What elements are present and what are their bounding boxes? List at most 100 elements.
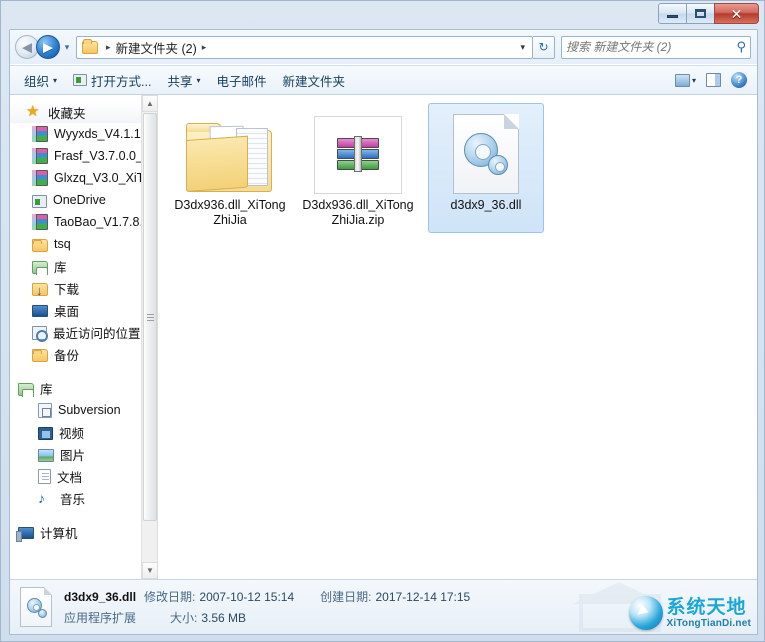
breadcrumb-separator[interactable]: ▸	[101, 42, 116, 53]
close-button[interactable]: ✕	[714, 3, 759, 24]
sidebar-item-desktop[interactable]: 桌面	[10, 299, 157, 321]
sidebar-item-glxzq[interactable]: Glxzq_V3.0_XiTo	[10, 167, 157, 189]
desktop-icon	[32, 305, 48, 317]
share-label: 共享	[167, 74, 193, 89]
search-input[interactable]	[566, 40, 737, 54]
chevron-down-icon[interactable]: ▾	[520, 42, 529, 53]
refresh-button[interactable]: ↻	[533, 35, 555, 59]
scrollbar-thumb[interactable]	[143, 113, 157, 521]
sidebar-item-onedrive[interactable]: OneDrive	[10, 189, 157, 211]
maximize-icon	[695, 9, 706, 18]
command-toolbar: 组织 ▾ 打开方式... 共享 ▾ 电子邮件 新建文件夹 ▾ ?	[10, 65, 757, 95]
watermark-logo: 系统天地 XiTongTianDi.net	[628, 596, 752, 630]
sidebar-item-label: TaoBao_V1.7.8.	[54, 215, 143, 229]
sidebar-item-label: OneDrive	[53, 193, 106, 207]
minimize-button[interactable]	[658, 3, 687, 24]
details-pane-info: d3dx9_36.dll 修改日期: 2007-10-12 15:14 创建日期…	[64, 588, 470, 626]
open-with-label: 打开方式...	[91, 74, 152, 89]
file-item-zip[interactable]: D3dx936.dll_XiTongZhiJia.zip	[300, 103, 416, 233]
sidebar-item-label: Frasf_V3.7.0.0_X	[54, 149, 152, 163]
toolbar-right-group: ▾ ?	[674, 72, 751, 88]
sidebar-section-libraries[interactable]: 库	[10, 377, 157, 399]
sidebar-item-documents[interactable]: 文档	[10, 465, 157, 487]
forward-button[interactable]: ▶	[36, 35, 60, 59]
sidebar-item-recent-places[interactable]: 最近访问的位置	[10, 321, 157, 343]
new-folder-label: 新建文件夹	[282, 74, 346, 89]
breadcrumb-separator-end[interactable]: ▸	[197, 42, 212, 53]
new-folder-button[interactable]: 新建文件夹	[275, 68, 354, 93]
breadcrumb[interactable]: ▸ 新建文件夹 (2) ▸ ▾	[76, 35, 533, 59]
sidebar-item-label: 库	[54, 260, 67, 275]
file-item-label: D3dx936.dll_XiTongZhiJia	[174, 198, 286, 227]
file-item-label: d3dx9_36.dll	[450, 198, 522, 212]
sidebar-item-label: 最近访问的位置	[53, 326, 141, 341]
folder-icon	[82, 38, 98, 54]
scroll-down-button[interactable]: ▼	[142, 562, 157, 579]
email-label: 电子邮件	[216, 74, 267, 89]
house-outline-icon	[573, 580, 665, 632]
sidebar-item-wyyxds[interactable]: Wyyxds_V4.1.1.	[10, 123, 157, 145]
globe-icon	[628, 596, 663, 630]
books-icon	[32, 148, 48, 164]
share-button[interactable]: 共享 ▾	[159, 68, 208, 93]
details-size-value: 3.56 MB	[201, 610, 247, 625]
sidebar-item-pictures[interactable]: 图片	[10, 443, 157, 465]
open-with-icon	[73, 74, 88, 86]
sidebar-section-favorites[interactable]: ★ 收藏夹	[10, 101, 157, 123]
computer-icon	[16, 527, 34, 542]
email-button[interactable]: 电子邮件	[208, 68, 274, 93]
scrollbar-grip-icon	[146, 313, 154, 321]
file-item-folder[interactable]: D3dx936.dll_XiTongZhiJia	[172, 103, 288, 233]
change-view-icon[interactable]	[674, 73, 690, 87]
search-icon[interactable]: ⚲	[736, 39, 746, 55]
recent-pages-dropdown[interactable]: ▾	[60, 42, 74, 53]
file-item-dll[interactable]: d3dx9_36.dll	[428, 103, 544, 233]
address-bar: ◀ ▶ ▾ ▸ 新建文件夹 (2) ▸ ▾ ↻ ⚲	[10, 30, 757, 64]
scroll-up-button[interactable]: ▲	[142, 95, 157, 112]
details-modified-value: 2007-10-12 15:14	[199, 589, 295, 604]
sidebar-item-label: 计算机	[40, 526, 78, 541]
explorer-window: ✕ ◀ ▶ ▾ ▸ 新建文件夹 (2) ▸ ▾ ↻ ⚲ 组织 ▾	[0, 0, 765, 642]
books-icon	[32, 126, 48, 142]
sidebar-item-library[interactable]: 库	[10, 255, 157, 277]
sidebar-item-frasf[interactable]: Frasf_V3.7.0.0_X	[10, 145, 157, 167]
navigation-pane-scrollbar[interactable]: ▲ ▼	[141, 95, 157, 579]
sidebar-item-subversion[interactable]: Subversion	[10, 399, 157, 421]
search-box[interactable]: ⚲	[561, 35, 751, 59]
sidebar-item-backup[interactable]: 备份	[10, 343, 157, 365]
organize-button[interactable]: 组织 ▾	[16, 68, 65, 93]
sidebar-item-label: 下载	[54, 282, 80, 297]
maximize-button[interactable]	[686, 3, 715, 24]
file-list-view[interactable]: D3dx936.dll_XiTongZhiJia D3dx936.dll_XiT…	[158, 95, 757, 579]
sidebar-favorites-label: 收藏夹	[48, 106, 86, 121]
help-icon[interactable]: ?	[731, 72, 747, 88]
sidebar-item-tsq[interactable]: tsq	[10, 233, 157, 255]
pictures-icon	[38, 448, 54, 462]
sidebar-item-computer[interactable]: 计算机	[10, 521, 157, 543]
video-icon	[38, 426, 53, 440]
sidebar-item-videos[interactable]: 视频	[10, 421, 157, 443]
preview-pane-icon[interactable]	[706, 73, 721, 87]
details-created-value: 2017-12-14 17:15	[375, 589, 471, 604]
chevron-down-icon[interactable]: ▾	[692, 76, 696, 85]
books-icon	[32, 170, 48, 186]
details-size-label: 大小:	[170, 611, 198, 625]
books-icon	[32, 214, 48, 230]
winrar-zip-icon	[310, 108, 406, 194]
sidebar-item-taobao[interactable]: TaoBao_V1.7.8.	[10, 211, 157, 233]
open-with-button[interactable]: 打开方式...	[65, 68, 159, 93]
onedrive-icon	[32, 194, 47, 208]
sidebar-item-label: Wyyxds_V4.1.1.	[54, 127, 145, 141]
subversion-icon	[38, 402, 52, 418]
sidebar-item-downloads[interactable]: 下载	[10, 277, 157, 299]
details-row-primary: d3dx9_36.dll 修改日期: 2007-10-12 15:14 创建日期…	[64, 588, 470, 605]
music-icon: ♪	[38, 490, 45, 506]
sidebar-item-label: 文档	[57, 470, 83, 485]
breadcrumb-current-folder[interactable]: 新建文件夹 (2)	[116, 38, 197, 57]
star-icon: ★	[26, 103, 40, 120]
sidebar-item-label: tsq	[54, 237, 71, 251]
window-controls: ✕	[658, 3, 759, 24]
watermark: 系统天地 XiTongTianDi.net	[573, 580, 753, 634]
sidebar-item-music[interactable]: ♪ 音乐	[10, 487, 157, 509]
dll-gears-icon	[438, 108, 534, 194]
